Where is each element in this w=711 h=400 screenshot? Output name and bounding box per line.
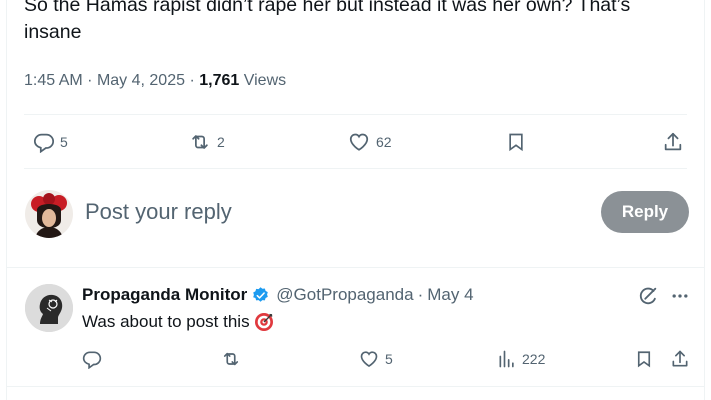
tweet-text: So the Hamas rapist didn’t rape her but …: [24, 0, 631, 43]
views-icon: [497, 349, 517, 369]
reply-submit-button[interactable]: Reply: [601, 191, 689, 233]
divider: [24, 168, 687, 169]
share-icon: [670, 349, 690, 369]
bookmark-icon: [506, 131, 526, 153]
reply-author-avatar[interactable]: [25, 284, 73, 332]
reply-share-button[interactable]: [670, 349, 690, 369]
meta-separator: ·: [189, 72, 200, 89]
reply-text-container: Was about to post this: [82, 312, 274, 332]
reply-author-handle[interactable]: @GotPropaganda: [276, 285, 413, 305]
reply-like-count: 5: [385, 351, 393, 367]
divider: [6, 386, 705, 387]
reply-text: Was about to post this: [82, 312, 250, 331]
reply-views-count: 222: [522, 351, 546, 367]
like-icon: [347, 131, 371, 153]
repost-count: 2: [217, 134, 225, 150]
reply-date[interactable]: May 4: [427, 285, 473, 305]
timeline-right-border: [704, 0, 705, 400]
reply-bookmark-button[interactable]: [635, 349, 653, 369]
more-icon[interactable]: [670, 286, 690, 311]
bookmark-icon: [635, 349, 653, 369]
divider: [24, 114, 687, 115]
reply-button[interactable]: 5: [33, 131, 68, 153]
reply-repost-button[interactable]: [220, 349, 242, 369]
repost-icon: [188, 131, 212, 153]
like-button[interactable]: 62: [347, 131, 392, 153]
divider: [6, 267, 705, 268]
reply-count: 5: [60, 134, 68, 150]
tweet-time[interactable]: 1:45 AM: [24, 72, 83, 89]
tweet-views-label: Views: [243, 72, 287, 89]
bookmark-button[interactable]: [506, 131, 526, 153]
like-icon: [358, 349, 380, 369]
current-user-avatar[interactable]: [25, 190, 73, 238]
meta-separator: ·: [87, 72, 97, 89]
share-button[interactable]: [662, 131, 684, 153]
reply-input[interactable]: Post your reply: [85, 199, 232, 225]
reply-reply-button[interactable]: [82, 349, 102, 369]
reply-icon: [33, 131, 55, 153]
reply-author-name[interactable]: Propaganda Monitor: [82, 285, 247, 305]
timeline-left-border: [6, 0, 7, 400]
reply-like-button[interactable]: 5: [358, 349, 393, 369]
tweet-views-count: 1,761: [199, 72, 240, 89]
reply-header: Propaganda Monitor @GotPropaganda · May …: [82, 285, 474, 305]
grok-icon[interactable]: [637, 285, 659, 312]
reply-icon: [82, 349, 102, 369]
like-count: 62: [376, 134, 392, 150]
meta-separator: ·: [417, 285, 424, 304]
verified-badge-icon: [251, 286, 270, 305]
reply-views-button[interactable]: 222: [497, 349, 545, 369]
repost-button[interactable]: 2: [188, 131, 225, 153]
repost-icon: [220, 349, 242, 369]
target-emoji: [254, 312, 274, 332]
share-icon: [662, 131, 684, 153]
tweet-date[interactable]: May 4, 2025: [97, 72, 185, 89]
tweet-meta: 1:45 AM · May 4, 2025 · 1,761 Views: [24, 72, 286, 90]
